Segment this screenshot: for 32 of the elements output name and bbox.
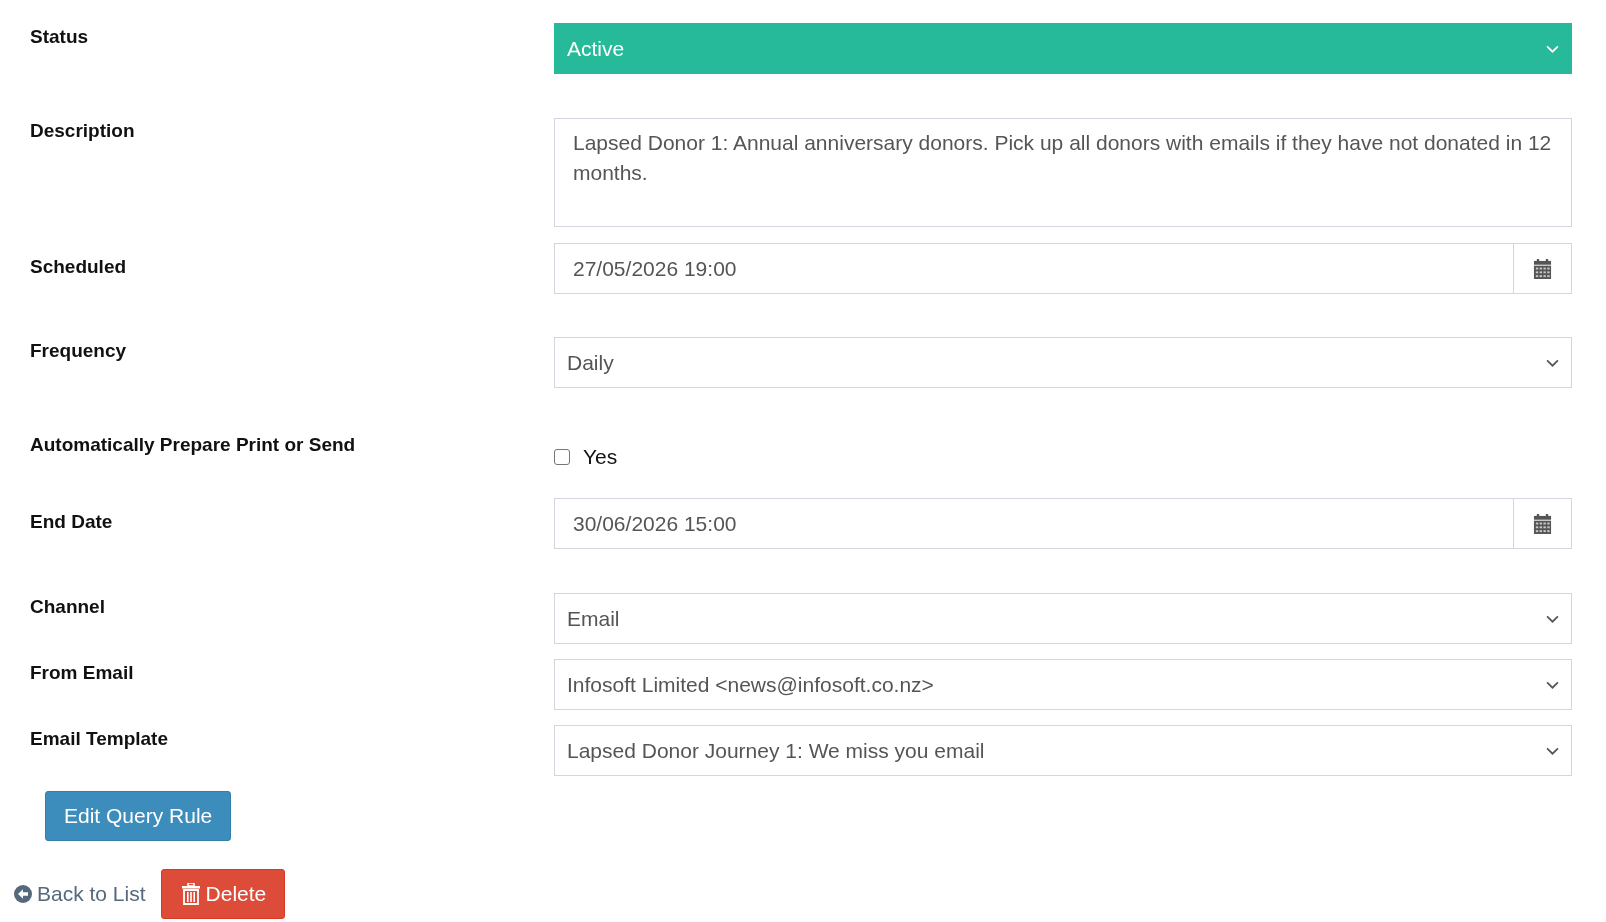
chevron-down-icon — [1546, 746, 1559, 755]
date-time-field[interactable]: 30/06/2026 15:00 — [554, 498, 1514, 549]
description-field[interactable]: Lapsed Donor 1: Annual anniversary donors. Pick up all donors with emails if they have not donated in 12 months. — [554, 118, 1572, 227]
edit-query-rule-button[interactable]: Edit Query Rule — [45, 791, 232, 841]
checkbox-label: Yes — [583, 445, 618, 469]
chevron-down-icon — [1546, 680, 1559, 689]
calendar-button[interactable] — [1514, 498, 1572, 549]
delete-button[interactable]: Delete — [160, 869, 286, 919]
field-label: From Email — [30, 661, 134, 685]
calendar-icon — [1533, 258, 1552, 279]
field-label: Email Template — [30, 727, 168, 751]
field-label: Description — [30, 119, 135, 143]
circle-arrow-left-icon — [14, 885, 32, 903]
chevron-down-icon — [1546, 358, 1559, 367]
dropdown[interactable]: Lapsed Donor Journey 1: We miss you email — [554, 725, 1572, 776]
field-label: Automatically Prepare Print or Send — [30, 433, 356, 457]
field-label: End Date — [30, 510, 113, 534]
dropdown[interactable]: Email — [554, 593, 1572, 644]
date-time-field[interactable]: 27/05/2026 19:00 — [554, 243, 1514, 294]
dropdown[interactable]: Infosoft Limited <news@infosoft.co.nz> — [554, 659, 1572, 710]
trash-icon — [181, 883, 200, 905]
chevron-down-icon — [1546, 44, 1559, 53]
field-label: Status — [30, 25, 89, 49]
back-to-list-link[interactable]: Back to List — [14, 882, 146, 906]
field-label: Frequency — [30, 339, 127, 363]
chevron-down-icon — [1546, 614, 1559, 623]
checkbox[interactable] — [554, 449, 570, 465]
field-label: Scheduled — [30, 255, 127, 279]
field-label: Channel — [30, 595, 105, 619]
calendar-button[interactable] — [1514, 243, 1572, 294]
calendar-icon — [1533, 513, 1552, 534]
dropdown[interactable]: Daily — [554, 337, 1572, 388]
